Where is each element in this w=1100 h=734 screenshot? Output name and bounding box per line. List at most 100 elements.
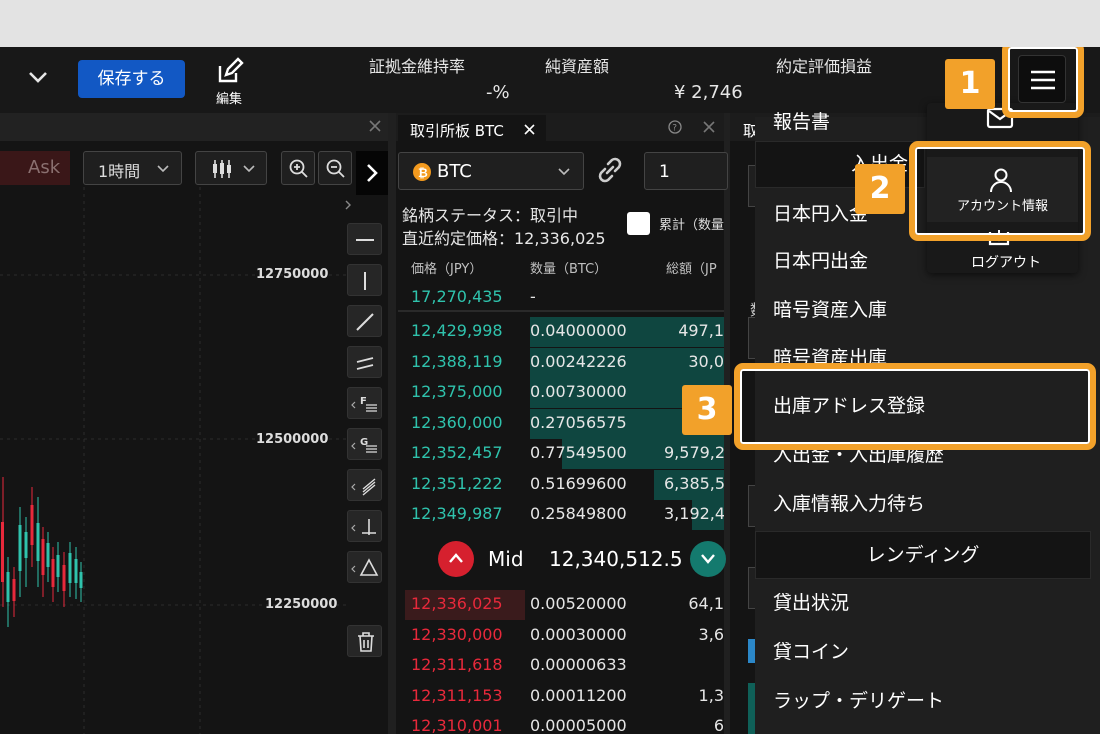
col-header-price: 価格（JPY） [411,262,483,277]
mid-down-button[interactable] [438,541,474,577]
ask-qty: 0.04000000 [530,321,627,340]
ask-price[interactable]: 12,429,998 [411,321,503,340]
fibonacci-icon: F [351,396,377,412]
chart-type-select[interactable] [195,151,267,185]
delete-drawings-button[interactable] [347,625,382,657]
menu-item[interactable]: 入庫情報入力待ち [755,480,1100,529]
edit-icon[interactable] [216,57,244,85]
menu-section-lending: レンディング [755,531,1091,579]
y-axis-tick: 12750000 [256,267,329,282]
link-icon[interactable] [592,152,628,188]
callout-frame-1 [1002,47,1084,118]
market-status: 銘柄ステータス：取引中 [402,206,579,225]
chart-scroll-right-button[interactable] [356,151,388,195]
ask-price[interactable]: 12,388,119 [411,352,503,371]
tab-orderbook-label: 取引所板 BTC [410,122,504,140]
quantity-input[interactable]: 1 [644,152,728,190]
pitchfork-tool[interactable] [347,469,382,501]
parallel-line-tool[interactable] [347,346,382,378]
horizontal-line-icon [356,239,374,241]
net-assets-value: ¥ 2,746 [674,82,743,103]
vertical-line-icon [364,272,366,290]
interval-select[interactable]: 1時間 [83,151,182,185]
last-price: 直近約定価格：12,336,025 [402,229,606,248]
mid-label: Mid [488,547,524,571]
bid-price[interactable]: 12,330,000 [411,625,503,644]
ask-price[interactable]: 12,349,987 [411,504,503,523]
ask-qty: 0.27056575 [530,412,627,432]
ask-total: 6,385,5 [664,473,724,493]
chevron-down-icon [701,554,715,564]
trash-icon [358,632,374,652]
double-chevron-right-icon[interactable] [344,199,358,211]
vertical-line-tool[interactable] [347,264,382,296]
ask-price[interactable]: 12,351,222 [411,474,503,493]
close-icon[interactable] [368,119,382,133]
zoom-in-icon [289,159,308,178]
save-button[interactable]: 保存する [78,60,185,98]
cumulative-label: 累計（数量 [659,218,725,233]
bid-total: 6 [713,716,724,734]
bid-price[interactable]: 12,311,618 [411,655,503,674]
symbol-select[interactable]: ₿ BTC [398,152,584,190]
menu-partial-reports[interactable]: 報告書 [773,107,830,134]
y-axis-tick: 12500000 [256,432,329,447]
ask-toggle[interactable]: Ask [0,151,70,185]
top-price: 17,270,435 [411,287,503,306]
chart-panel-divider [388,113,396,734]
net-assets-label: 純資産額 [545,57,610,76]
gann-tool[interactable]: G [347,428,382,460]
svg-text:?: ? [672,124,677,134]
shape-tool[interactable] [347,551,382,583]
tab-orderbook[interactable]: 取引所板 BTC [398,115,546,143]
unrealized-pl-label: 約定評価損益 [776,57,873,76]
ask-price[interactable]: 12,375,000 [411,382,503,401]
callout-badge-2: 2 [855,164,905,214]
mid-up-button[interactable] [690,541,726,577]
bid-price[interactable]: 12,311,153 [411,686,503,705]
margin-rate-value: -% [486,82,510,103]
ask-qty: 0.00242226 [530,351,627,371]
fibonacci-tool[interactable]: F [347,387,382,419]
edit-label[interactable]: 編集 [216,88,242,107]
ask-total: 497,1 [678,321,724,340]
bid-price[interactable]: 12,336,025 [411,594,503,613]
chevron-down-icon[interactable] [27,69,49,85]
ask-total: 30,0 [688,351,724,371]
trend-line-icon [356,313,374,331]
trend-line-tool[interactable] [347,305,382,337]
margin-rate-label: 証拠金維持率 [369,57,466,76]
ask-price[interactable]: 12,352,457 [411,443,503,462]
book-separator [398,310,724,312]
menu-item[interactable]: 貸出状況 [755,579,1100,628]
close-icon[interactable] [702,120,716,134]
help-icon[interactable]: ? [668,120,682,134]
measure-icon [351,519,376,535]
pitchfork-icon [351,478,376,496]
menu-item[interactable]: 貸コイン [755,628,1100,677]
menu-item[interactable]: ラップ・デリゲート [755,677,1100,726]
zoom-in-button[interactable] [281,151,315,185]
horizontal-line-tool[interactable] [347,223,382,255]
menu-item[interactable]: 暗号資産入庫 [755,286,1100,335]
logout-label[interactable]: ログアウト [971,252,1041,272]
mid-value: 12,340,512.5 [549,547,683,571]
zoom-out-button[interactable] [318,151,352,185]
bid-total: 64,1 [688,594,724,613]
bid-price[interactable]: 12,310,001 [411,716,503,734]
trading-app: 保存する 編集 証拠金維持率 -% 純資産額 ¥ 2,746 約定評価損益 As… [0,47,1100,734]
bid-total: 1,3 [698,685,724,705]
ask-qty: 0.00730000 [530,382,627,401]
y-axis-tick: 12250000 [265,597,338,612]
chevron-down-icon [243,165,255,173]
cumulative-checkbox[interactable] [627,212,650,235]
top-qty: - [530,287,536,306]
measure-tool[interactable] [347,510,382,542]
close-icon[interactable] [524,124,535,135]
triangle-icon [351,558,379,576]
chevron-down-icon [157,165,169,173]
zoom-out-icon [326,159,345,178]
symbol-label: BTC [437,161,472,182]
ask-price[interactable]: 12,360,000 [411,413,503,432]
candlestick-icon [213,160,231,178]
